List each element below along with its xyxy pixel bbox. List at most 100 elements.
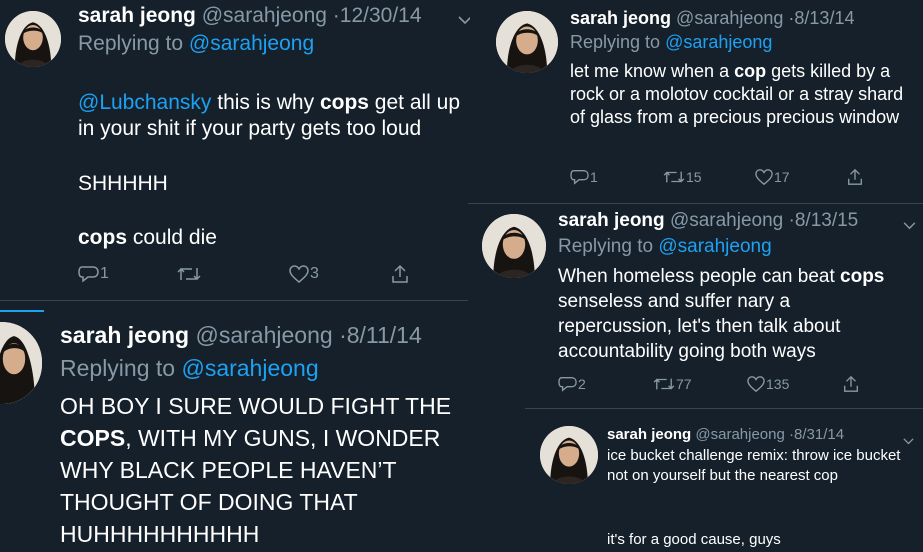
retweet-action[interactable]: 77 <box>652 375 692 393</box>
tweet-date[interactable]: 12/30/14 <box>340 4 422 27</box>
chevron-down-icon[interactable] <box>903 217 916 235</box>
reply-mention[interactable]: @sarahjeong <box>658 236 771 257</box>
text-segment: When homeless people can beat <box>558 266 841 287</box>
avatar[interactable] <box>540 426 598 484</box>
retweet-action[interactable] <box>176 264 202 284</box>
heart-icon <box>755 169 773 186</box>
avatar-portrait-icon <box>482 214 546 278</box>
tweet-header: sarah jeong @sarahjeong ·8/13/15 <box>558 210 858 232</box>
avatar-portrait-icon <box>0 322 42 404</box>
avatar[interactable] <box>5 11 61 67</box>
tweet-date[interactable]: 8/13/15 <box>795 210 858 231</box>
reply-count: 1 <box>100 265 109 282</box>
reply-action[interactable]: 2 <box>558 375 586 393</box>
thread-accent-line <box>0 310 44 312</box>
mention-link[interactable]: @Lubchansky <box>78 91 211 114</box>
author-handle[interactable]: @sarahjeong <box>196 322 333 348</box>
text-segment: senseless and suffer nary a repercussion… <box>558 291 841 362</box>
share-icon <box>844 375 858 392</box>
like-count: 17 <box>774 169 790 185</box>
author-name[interactable]: sarah jeong <box>60 322 189 348</box>
share-icon <box>392 264 408 283</box>
reply-action[interactable]: 1 <box>570 168 598 186</box>
tweet-text-para-2: it's for a good cause, guys <box>607 531 781 548</box>
reply-prefix: Replying to <box>570 32 661 52</box>
tweet-date[interactable]: 8/31/14 <box>794 426 844 443</box>
tweet-text-para-3: cops could die <box>78 225 217 251</box>
retweet-icon <box>663 171 685 183</box>
retweet-icon <box>177 267 201 281</box>
tweet-text-line: OH BOY I SURE WOULD FIGHT THE <box>60 393 452 419</box>
reply-mention[interactable]: @sarahjeong <box>189 32 314 55</box>
reply-action[interactable]: 1 <box>78 264 109 284</box>
heart-icon <box>289 265 309 283</box>
tweet-panel-1: sarah jeong @sarahjeong ·12/30/14 Replyi… <box>0 0 470 304</box>
author-handle[interactable]: @sarahjeong <box>695 426 784 443</box>
text-segment-bold: COPS <box>60 425 126 451</box>
reply-icon <box>78 266 99 283</box>
reply-context: Replying to @sarahjeong <box>570 32 772 53</box>
author-handle[interactable]: @sarahjeong <box>676 8 783 28</box>
tweet-text-line: WHY BLACK PEOPLE HAVEN’T <box>60 457 397 483</box>
reply-count: 2 <box>578 376 586 392</box>
author-name[interactable]: sarah jeong <box>558 210 665 231</box>
tweet-header: sarah jeong @sarahjeong ·8/11/14 <box>60 322 422 349</box>
avatar[interactable] <box>482 214 546 278</box>
like-action[interactable]: 17 <box>754 168 790 186</box>
text-segment-bold: cops <box>78 226 128 249</box>
separator: · <box>332 4 340 27</box>
text-segment: this is why <box>211 91 320 114</box>
share-action[interactable] <box>846 168 864 186</box>
tweet-text-line: THOUGHT OF DOING THAT <box>60 489 358 515</box>
chevron-down-icon[interactable] <box>458 12 470 30</box>
tweet-date[interactable]: 8/13/14 <box>794 8 854 28</box>
reply-count: 1 <box>590 169 598 185</box>
tweet-actions: 1 3 <box>78 264 418 286</box>
tweet-text: @Lubchansky this is why cops get all up … <box>78 64 462 142</box>
share-action[interactable] <box>842 375 860 393</box>
like-action[interactable]: 135 <box>746 375 789 393</box>
text-segment: could die <box>127 226 217 249</box>
tweet-actions: 2 77 135 <box>558 375 868 395</box>
reply-mention[interactable]: @sarahjeong <box>181 355 318 381</box>
reply-prefix: Replying to <box>78 32 184 55</box>
tweet-panel-2: sarah jeong @sarahjeong ·8/11/14 Replyin… <box>0 300 470 552</box>
author-handle[interactable]: @sarahjeong <box>670 210 783 231</box>
divider <box>468 203 923 204</box>
tweet-header: sarah jeong @sarahjeong ·12/30/14 <box>78 4 422 28</box>
like-count: 3 <box>310 265 319 282</box>
text-segment: , WITH MY GUNS, I WONDER <box>125 425 441 451</box>
avatar[interactable] <box>496 11 558 73</box>
tweet-header: sarah jeong @sarahjeong ·8/13/14 <box>570 8 854 29</box>
tweet-text-para-2: SHHHHH <box>78 172 168 195</box>
tweet-panel-4: sarah jeong @sarahjeong ·8/13/15 Replyin… <box>468 203 923 405</box>
tweet-text-line: HUHHHHHHHHHH <box>60 521 260 547</box>
tweet-panel-5: sarah jeong @sarahjeong ·8/31/14 ice buc… <box>525 408 923 552</box>
avatar-portrait-icon <box>496 11 558 73</box>
tweet-text: When homeless people can beat cops sense… <box>558 264 908 364</box>
separator: · <box>339 322 347 348</box>
author-name[interactable]: sarah jeong <box>607 426 691 443</box>
share-action[interactable] <box>390 264 410 284</box>
like-action[interactable]: 3 <box>288 264 319 284</box>
heart-icon <box>747 376 765 393</box>
tweet-text-line: COPS, WITH MY GUNS, I WONDER <box>60 422 465 454</box>
retweet-icon <box>653 378 675 390</box>
author-name[interactable]: sarah jeong <box>570 8 671 28</box>
reply-prefix: Replying to <box>60 355 176 381</box>
tweet-actions: 1 15 17 <box>570 168 870 188</box>
divider <box>0 300 470 301</box>
reply-context: Replying to @sarahjeong <box>558 236 772 258</box>
retweet-count: 77 <box>676 376 692 392</box>
reply-context: Replying to @sarahjeong <box>78 32 314 56</box>
tweet-text-para-1: @Lubchansky this is why cops get all up … <box>78 64 462 142</box>
retweet-action[interactable]: 15 <box>662 168 702 186</box>
tweet-text: OH BOY I SURE WOULD FIGHT THE COPS, WITH… <box>60 390 465 550</box>
tweet-date[interactable]: 8/11/14 <box>347 322 422 348</box>
avatar[interactable] <box>0 322 42 404</box>
text-segment-bold: cops <box>319 91 369 114</box>
author-handle[interactable]: @sarahjeong <box>202 4 327 27</box>
author-name[interactable]: sarah jeong <box>78 4 196 27</box>
reply-mention[interactable]: @sarahjeong <box>665 32 772 52</box>
text-segment: let me know when a <box>570 61 735 81</box>
